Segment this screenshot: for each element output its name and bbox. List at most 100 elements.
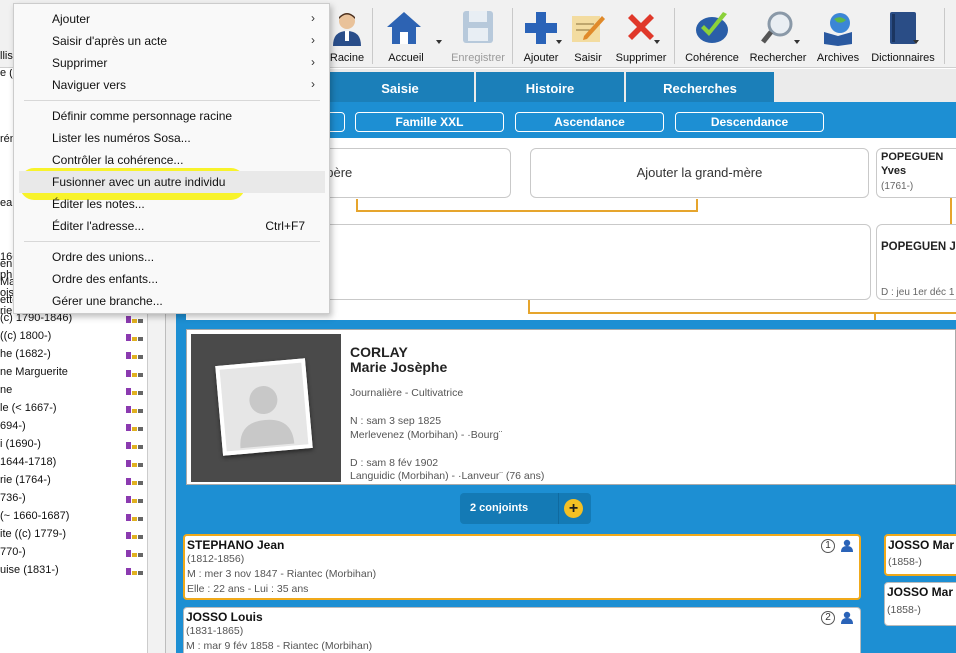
spouse-name: JOSSO Louis: [186, 610, 263, 624]
toolbar-separator: [512, 8, 513, 64]
supprimer-label: Supprimer: [615, 52, 667, 64]
racine-button[interactable]: Racine: [324, 0, 370, 68]
ascendance-label: Ascendance: [554, 115, 625, 129]
union-number-badge: 1: [821, 539, 835, 553]
list-item[interactable]: 694-): [0, 418, 147, 436]
list-item[interactable]: le (< 1667-): [0, 400, 147, 418]
child-card-2[interactable]: JOSSO Mar (1858-): [884, 582, 956, 626]
spouse-card-1[interactable]: STEPHANO Jean (1812-1856) M : mer 3 nov …: [183, 534, 861, 600]
list-item[interactable]: i (1690-): [0, 436, 147, 454]
submenu-arrow-icon: ›: [311, 77, 315, 91]
completeness-bars-icon: [126, 513, 144, 521]
menu-item-label: Ajouter: [52, 12, 91, 26]
saisir-button[interactable]: Saisir: [566, 0, 610, 68]
person-occupation: Journalière - Cultivatrice: [350, 387, 464, 399]
main-person-card[interactable]: CORLAY Marie Josèphe Journalière - Culti…: [186, 329, 956, 485]
list-item[interactable]: rie (1764-): [0, 472, 147, 490]
saisir-label: Saisir: [574, 52, 602, 64]
menu-item-label: Ordre des enfants...: [52, 272, 159, 286]
list-item-label: ((c) 1800-): [0, 330, 52, 342]
child-name: JOSSO Mar: [887, 585, 954, 599]
spouses-divider: [558, 493, 559, 524]
toolbar-separator: [674, 8, 675, 64]
list-item[interactable]: he (1682-): [0, 346, 147, 364]
tree-connector: [528, 312, 956, 314]
enregistrer-label: Enregistrer: [451, 52, 505, 64]
list-item[interactable]: ne: [0, 382, 147, 400]
menu-item-ajouter[interactable]: Ajouter ›: [19, 8, 325, 30]
add-grandmother-card[interactable]: Ajouter la grand-mère: [530, 148, 869, 198]
add-spouse-icon[interactable]: +: [564, 499, 583, 518]
accueil-dropdown-caret[interactable]: [436, 40, 442, 44]
ajouter-button[interactable]: Ajouter: [516, 0, 566, 68]
descendance-label: Descendance: [710, 115, 789, 129]
spouses-selector[interactable]: 2 conjoints +: [460, 493, 591, 524]
dictionnaires-button[interactable]: Dictionnaires: [866, 0, 940, 68]
accueil-button[interactable]: Accueil: [376, 0, 436, 68]
supprimer-button[interactable]: Supprimer: [612, 0, 670, 68]
menu-item-branche[interactable]: Gérer une branche...: [19, 290, 325, 312]
magnifier-icon: [761, 11, 793, 44]
descendance-button[interactable]: Descendance: [675, 112, 824, 132]
menu-item-supprimer[interactable]: Supprimer ›: [19, 52, 325, 74]
menu-item-adresse[interactable]: Éditer l'adresse... Ctrl+F7: [19, 215, 325, 237]
list-item[interactable]: 736-): [0, 490, 147, 508]
menu-item-label: Éditer l'adresse...: [52, 219, 145, 233]
list-item[interactable]: ne Marguerite: [0, 364, 147, 382]
menu-item-naviguer[interactable]: Naviguer vers ›: [19, 74, 325, 96]
spouses-count-label: 2 conjoints: [470, 502, 529, 514]
menu-item-ordre-unions[interactable]: Ordre des unions...: [19, 246, 325, 268]
submenu-arrow-icon: ›: [311, 11, 315, 25]
person-icon[interactable]: [841, 539, 853, 552]
menu-item-fusionner[interactable]: Fusionner avec un autre individu: [19, 171, 325, 193]
menu-item-notes[interactable]: Éditer les notes...: [19, 193, 325, 215]
list-item[interactable]: 1644-1718): [0, 454, 147, 472]
ajouter-label: Ajouter: [523, 52, 559, 64]
list-item[interactable]: (~ 1660-1687): [0, 508, 147, 526]
rechercher-button[interactable]: Rechercher: [746, 0, 810, 68]
accueil-label: Accueil: [388, 52, 424, 64]
submenu-arrow-icon: ›: [311, 55, 315, 69]
completeness-bars-icon: [126, 423, 144, 431]
menu-item-ordre-enfants[interactable]: Ordre des enfants...: [19, 268, 325, 290]
archives-button[interactable]: Archives: [812, 0, 864, 68]
menu-item-label: Lister les numéros Sosa...: [52, 131, 191, 145]
child-dates: (1858-): [887, 604, 921, 616]
spouse-card-2[interactable]: JOSSO Louis (1831-1865) M : mar 9 fév 18…: [183, 607, 861, 653]
list-item-label: rie (1764-): [0, 474, 51, 486]
menu-item-sosa[interactable]: Lister les numéros Sosa...: [19, 127, 325, 149]
rechercher-label: Rechercher: [749, 52, 807, 64]
menu-item-racine[interactable]: Définir comme personnage racine: [19, 105, 325, 127]
list-item[interactable]: 770-): [0, 544, 147, 562]
list-item-label: (~ 1660-1687): [0, 510, 70, 522]
tab-histoire[interactable]: Histoire: [476, 72, 624, 104]
list-item-label: ne: [0, 384, 13, 396]
spouse-marriage: M : mar 9 fév 1858 - Riantec (Morbihan): [186, 640, 373, 652]
list-item[interactable]: ((c) 1800-): [0, 328, 147, 346]
father-card[interactable]: POPEGUEN J D : jeu 1er déc 1: [876, 224, 956, 300]
dictionnaires-dropdown-caret[interactable]: [913, 40, 919, 44]
racine-label: Racine: [329, 52, 365, 64]
person-photo-frame[interactable]: [191, 334, 341, 482]
person-icon[interactable]: [841, 611, 853, 624]
list-item[interactable]: uise (1831-): [0, 562, 147, 580]
child-card-1[interactable]: JOSSO Mar (1858-): [884, 534, 956, 576]
famille-xxl-button[interactable]: Famille XXL: [355, 112, 504, 132]
coherence-button[interactable]: Cohérence: [680, 0, 744, 68]
supprimer-dropdown-caret[interactable]: [654, 40, 660, 44]
menu-item-saisir-acte[interactable]: Saisir d'après un acte ›: [19, 30, 325, 52]
enregistrer-button[interactable]: Enregistrer: [448, 0, 508, 68]
completeness-bars-icon: [126, 441, 144, 449]
tab-recherches[interactable]: Recherches: [626, 72, 774, 104]
completeness-bars-icon: [126, 531, 144, 539]
rechercher-dropdown-caret[interactable]: [794, 40, 800, 44]
list-item[interactable]: ite ((c) 1779-): [0, 526, 147, 544]
add-grandmother-label: Ajouter la grand-mère: [636, 165, 763, 180]
tab-saisie[interactable]: Saisie: [326, 72, 474, 104]
ajouter-dropdown-caret[interactable]: [556, 40, 562, 44]
menu-item-label: Saisir d'après un acte: [52, 34, 168, 48]
completeness-bars-icon: [126, 315, 144, 323]
grandfather-card[interactable]: POPEGUEN Yves (1761-): [876, 148, 956, 198]
menu-item-label: Fusionner avec un autre individu: [52, 175, 226, 189]
ascendance-button[interactable]: Ascendance: [515, 112, 664, 132]
